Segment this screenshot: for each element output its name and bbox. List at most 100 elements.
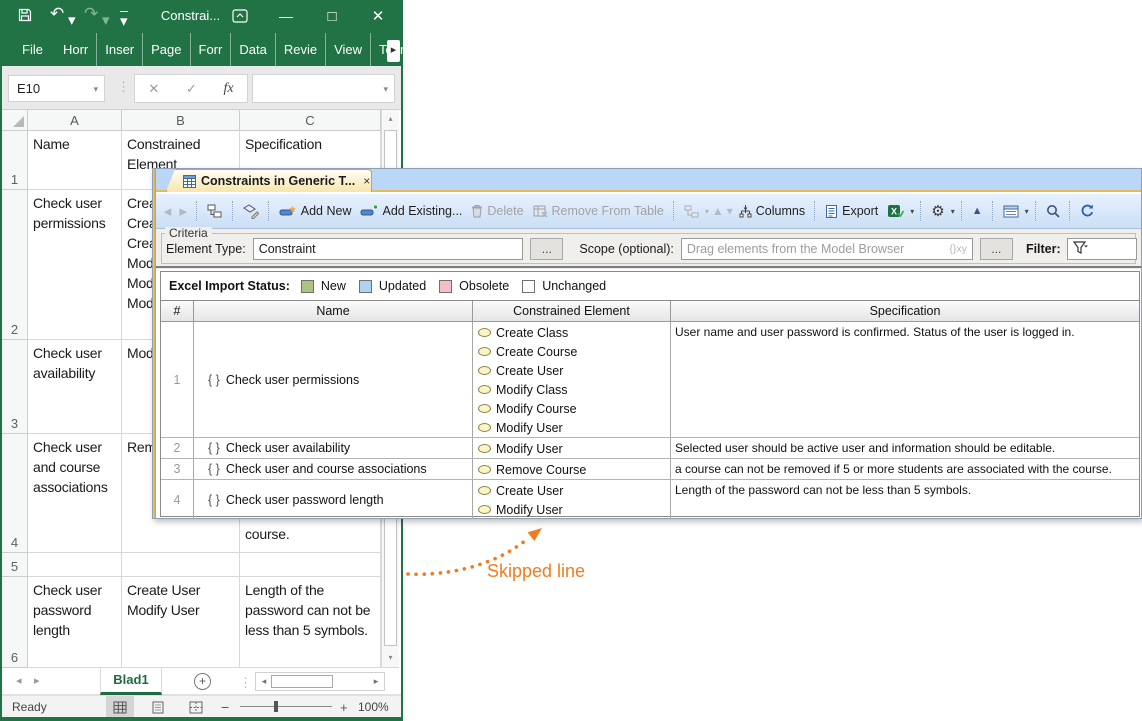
header-name[interactable]: Name [194, 301, 473, 321]
normal-view-icon[interactable] [106, 696, 134, 718]
cell-a6[interactable]: Check user password length [28, 577, 122, 668]
zoom-in-icon[interactable]: + [340, 700, 348, 715]
cell-a1[interactable]: Name [28, 131, 122, 190]
insert-function-icon[interactable]: fx [224, 81, 234, 97]
collapse-criteria-icon[interactable]: ▲ [969, 203, 986, 219]
ribbon-tab-review[interactable]: Revie [276, 33, 327, 66]
cell-b6[interactable]: Create User Modify User [122, 577, 240, 668]
table-row[interactable]: 3 { } Check user and course associations… [161, 459, 1139, 480]
zoom-slider-track[interactable] [240, 706, 332, 707]
cell-b5[interactable] [122, 553, 240, 577]
name-box[interactable]: E10 ▾ [8, 75, 105, 102]
edit-properties-icon[interactable] [240, 202, 262, 221]
confirm-entry-icon[interactable]: ✓ [186, 81, 197, 97]
row-number[interactable]: 2 [2, 190, 28, 340]
zoom-slider-thumb[interactable] [274, 701, 278, 712]
name-box-dropdown-icon[interactable]: ▾ [93, 84, 98, 95]
scroll-up-icon[interactable]: ▴ [382, 110, 399, 128]
excel-sync-icon[interactable]: X [884, 202, 907, 221]
ribbon-tab-formulas[interactable]: Forr [191, 33, 232, 66]
header-specification[interactable]: Specification [671, 301, 1139, 321]
scroll-down-icon[interactable]: ▾ [382, 649, 399, 667]
add-existing-button[interactable]: Add Existing... [357, 202, 465, 220]
show-columns-menu-icon[interactable] [1000, 203, 1022, 220]
undo-icon[interactable]: ↶ [50, 5, 64, 23]
constrained-element[interactable]: Create Class [478, 323, 670, 342]
ribbon-tab-view[interactable]: View [326, 33, 372, 66]
page-break-view-icon[interactable] [182, 696, 210, 718]
undo-dropdown-icon[interactable]: ▾ [68, 12, 76, 30]
excel-sync-dropdown-icon[interactable]: ▾ [910, 207, 914, 216]
constrained-element[interactable]: Remove Course [478, 460, 670, 479]
constrained-element[interactable]: Modify Class [478, 380, 670, 399]
columns-button[interactable]: Columns [736, 202, 808, 220]
scope-input[interactable]: Drag elements from the Model Browser {}x… [680, 238, 973, 260]
cancel-entry-icon[interactable]: ✕ [148, 81, 159, 97]
constraint-name[interactable]: Check user permissions [226, 373, 359, 387]
row-number[interactable]: 4 [2, 434, 28, 553]
customize-quick-access-icon[interactable]: ▾ [120, 11, 128, 31]
save-icon[interactable] [18, 8, 32, 22]
zoom-level[interactable]: 100% [358, 700, 389, 714]
tab-constraints-in-generic-table[interactable]: Constraints in Generic T... × [166, 169, 372, 192]
column-header-a[interactable]: A [28, 110, 122, 131]
zoom-out-icon[interactable]: − [221, 699, 229, 715]
constrained-element[interactable]: Create User [478, 481, 670, 500]
sheet-nav-left-icon[interactable]: ◂ [16, 674, 22, 687]
constrained-element[interactable]: Create User [478, 361, 670, 380]
table-row[interactable]: 1 { } Check user permissions Create Clas… [161, 322, 1139, 438]
table-row[interactable]: 4 { } Check user password length Create … [161, 480, 1139, 519]
show-menu-dropdown-icon[interactable]: ▾ [1025, 207, 1029, 216]
options-gear-icon[interactable]: ⚙ [928, 200, 947, 222]
filter-input[interactable] [1066, 238, 1137, 260]
ribbon-tab-insert[interactable]: Inser [97, 33, 144, 66]
column-header-b[interactable]: B [122, 110, 240, 131]
constrained-element[interactable]: Modify Course [478, 399, 670, 418]
sheet-tab-blad1[interactable]: Blad1 [100, 668, 162, 695]
ribbon-more-button[interactable]: ▸ [387, 40, 400, 62]
constrained-element[interactable]: Modify User [478, 500, 670, 519]
ribbon-tab-tell-me[interactable]: Tell m [418, 33, 483, 66]
sheet-nav-right-icon[interactable]: ▸ [34, 674, 40, 687]
cell-c6[interactable]: Length of the password can not be less t… [240, 577, 381, 668]
constrained-element[interactable]: Modify User [478, 439, 670, 458]
refresh-icon[interactable] [1077, 202, 1098, 220]
formula-input[interactable]: ▾ [252, 74, 395, 103]
horizontal-scrollbar-thumb[interactable] [271, 675, 333, 688]
specification-cell[interactable]: a course can not be removed if 5 or more… [671, 459, 1139, 479]
minimize-button[interactable]: — [266, 0, 306, 33]
ribbon-tab-file[interactable]: File [10, 33, 55, 66]
ribbon-tab-home[interactable]: Horr [55, 33, 98, 66]
add-new-button[interactable]: Add New [276, 202, 355, 220]
constraint-name[interactable]: Check user password length [226, 493, 384, 507]
specification-cell[interactable]: User name and user password is confirmed… [671, 322, 1139, 437]
close-button[interactable]: ✕ [358, 0, 398, 33]
options-dropdown-icon[interactable]: ▾ [951, 207, 955, 216]
scroll-left-icon[interactable]: ◂ [257, 673, 271, 690]
page-layout-view-icon[interactable] [144, 696, 172, 718]
cell-a3[interactable]: Check user availability [28, 340, 122, 434]
row-number[interactable]: 5 [2, 553, 28, 577]
specification-cell[interactable]: Selected user should be active user and … [671, 438, 1139, 458]
scroll-right-icon[interactable]: ▸ [369, 673, 383, 690]
select-all-corner[interactable] [2, 110, 28, 131]
column-header-c[interactable]: C [240, 110, 381, 131]
search-icon[interactable] [1043, 202, 1063, 220]
select-in-containment-tree-icon[interactable] [204, 202, 226, 221]
horizontal-scrollbar[interactable]: ◂ ▸ [255, 672, 385, 691]
element-type-browse-button[interactable]: ... [530, 238, 564, 260]
cell-a4[interactable]: Check user and course associations [28, 434, 122, 553]
ribbon-display-options-icon[interactable] [232, 9, 248, 23]
header-number[interactable]: # [161, 301, 194, 321]
constraint-name[interactable]: Check user and course associations [226, 462, 427, 476]
row-number[interactable]: 6 [2, 577, 28, 668]
scope-browse-button[interactable]: ... [979, 238, 1013, 260]
ribbon-tab-data[interactable]: Data [231, 33, 276, 66]
new-sheet-button[interactable]: + [194, 673, 211, 690]
filter-icon[interactable] [1072, 241, 1090, 256]
constraint-name[interactable]: Check user availability [226, 441, 350, 455]
row-number[interactable]: 3 [2, 340, 28, 434]
cell-c5[interactable] [240, 553, 381, 577]
constrained-element[interactable]: Create Course [478, 342, 670, 361]
table-row[interactable]: 2 { } Check user availability Modify Use… [161, 438, 1139, 459]
